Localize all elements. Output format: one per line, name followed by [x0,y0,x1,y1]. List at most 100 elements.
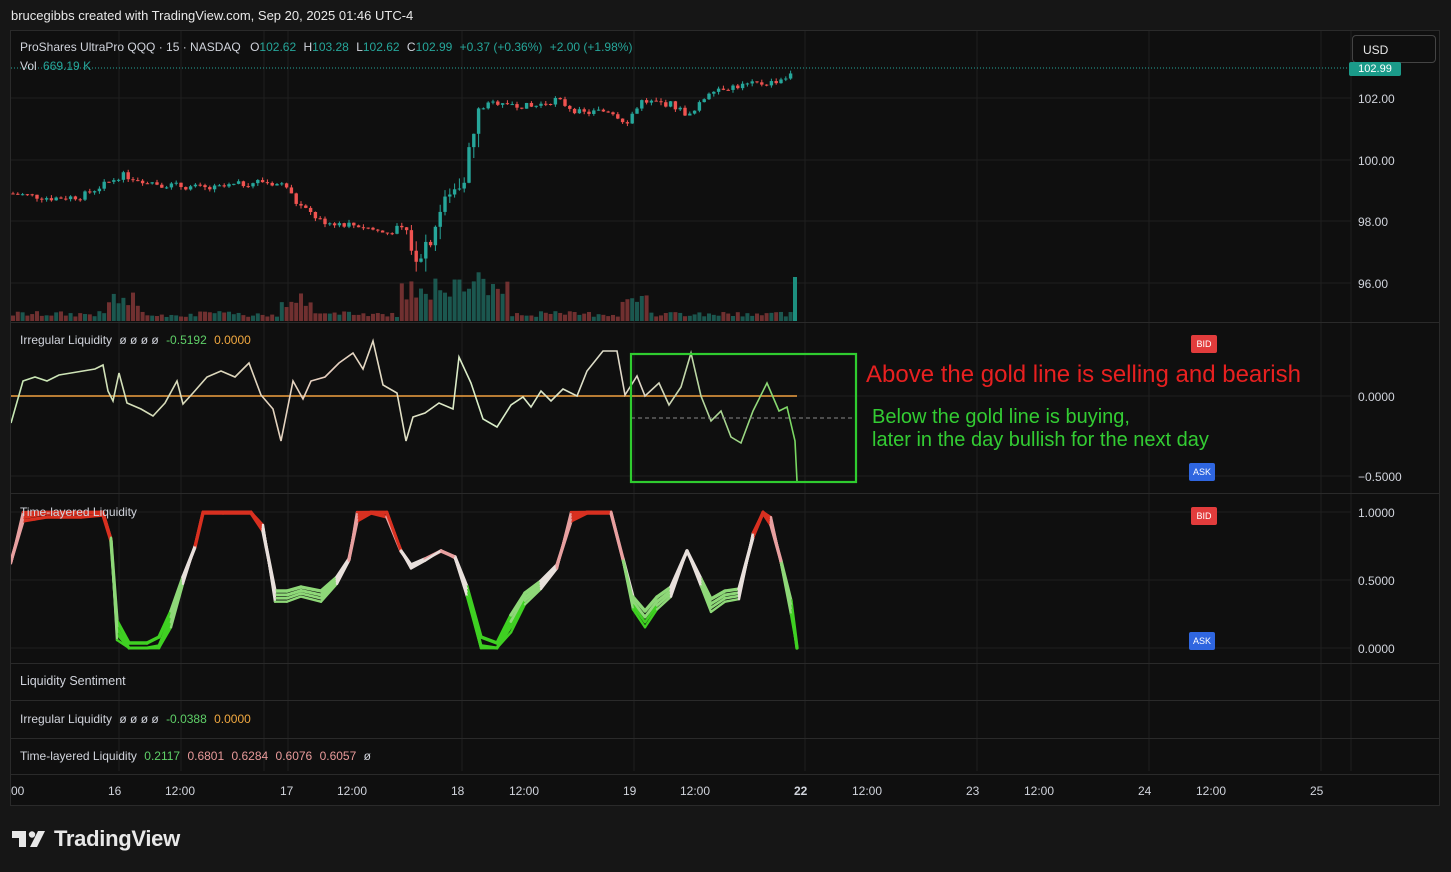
volume-bar [126,305,131,321]
volume-bar [217,311,222,321]
candle-body [659,101,663,103]
volume-bar [697,312,702,321]
ask-badge: ASK [1189,463,1215,481]
time-axis-label: 12:00 [337,784,368,798]
pane-separator[interactable] [11,738,1439,739]
candle-body [11,193,15,195]
volume-bar [260,314,265,321]
candle-body [640,100,644,109]
collapsed-sentiment-title[interactable]: Liquidity Sentiment [20,674,126,688]
time-axis-label: 22 [794,784,808,798]
candle-body [644,100,649,103]
tradingview-logo[interactable]: TradingView [12,826,180,852]
volume-bar [721,312,726,321]
candle-body [308,207,313,212]
pane-separator[interactable] [11,493,1439,494]
chart-canvas[interactable] [11,31,1439,806]
volume-bar [428,299,433,321]
price-tick: 98.00 [1358,215,1389,229]
collapsed-irregular-legend[interactable]: Irregular Liquidity ø ø ø ø -0.0388 0.00… [20,712,251,726]
candle-body [572,108,577,114]
candle-body [606,111,610,113]
volume-bar [83,314,87,321]
volume-bar [111,293,116,321]
candle-body [280,183,284,185]
time-layered-segment [751,510,765,534]
volume-label: Vol [20,59,37,73]
candle-body [428,241,433,246]
symbol-name[interactable]: ProShares UltraPro QQQ · 15 · NASDAQ [20,40,241,54]
volume-bar [35,311,39,321]
candle-body [217,185,222,187]
symbol-legend[interactable]: ProShares UltraPro QQQ · 15 · NASDAQ O10… [20,40,632,54]
candle-body [294,193,298,204]
volume-bar [265,316,270,321]
irregular-value-2: 0.0000 [214,333,251,347]
collapsed-time-legend[interactable]: Time-layered Liquidity 0.2117 0.6801 0.6… [20,749,371,763]
volume-bar [207,312,212,321]
volume-bar [572,312,577,321]
volume-bar [529,315,534,321]
candle-body [25,194,30,196]
candle-body [760,82,764,85]
pane-separator[interactable] [11,700,1439,701]
candle-body [102,181,106,189]
candle-body [198,184,202,186]
time-axis-label: 12:00 [509,784,540,798]
candle-body [107,181,111,183]
volume-legend[interactable]: Vol 669.19 K [20,59,91,73]
candle-body [380,230,385,233]
high-label: H [303,40,313,54]
currency-button[interactable]: USD [1352,35,1436,63]
volume-bar [107,302,111,321]
candle-body [304,205,308,208]
candle-body [54,197,58,201]
irregular-legend[interactable]: Irregular Liquidity ø ø ø ø -0.5192 0.00… [20,333,251,347]
candle-body [174,182,178,184]
volume-bar [145,315,150,321]
candle-body [136,180,140,182]
candle-body [438,211,442,227]
volume-bar [515,313,519,321]
change-value: +0.37 (+0.36%) [459,40,543,54]
time-layered-title[interactable]: Time-layered Liquidity [20,505,137,519]
volume-bar [663,313,668,321]
candle-body [371,227,375,230]
volume-bar [183,316,188,321]
candle-body [284,183,289,188]
candle-body [88,191,92,193]
volume-bar [534,316,539,321]
pane-separator[interactable] [11,322,1439,323]
collapsed-time-tail: ø [363,749,371,763]
candle-body [611,112,615,115]
time-layered-segment [737,531,755,601]
time-layered-segment [21,517,37,523]
volume-bar [102,313,107,321]
candle-body [299,203,303,206]
candle-body [616,114,620,119]
candle-body [649,100,654,103]
volume-bar [596,314,601,321]
candle-body [404,227,409,231]
candle-body [256,180,260,184]
time-axis-label: 12:00 [852,784,883,798]
pane-separator[interactable] [11,774,1439,775]
price-tick: 100.00 [1358,154,1395,168]
candle-body [337,223,342,226]
volume-bar [587,311,591,321]
candle-body [697,102,702,111]
time-layered-segment [181,544,197,585]
candle-body [260,180,265,183]
candle-body [68,196,73,200]
candle-body [510,104,514,106]
collapsed-time-value-5: 0.6057 [319,749,357,763]
bearish-annotation: Above the gold line is selling and beari… [866,361,1301,388]
volume-bar [452,279,457,321]
pane-separator[interactable] [11,663,1439,664]
volume-bar [745,313,750,321]
candle-body [774,81,778,84]
volume-bar [630,298,635,321]
volume-bar [500,293,505,321]
candle-body [577,109,582,114]
candle-body [352,222,356,226]
